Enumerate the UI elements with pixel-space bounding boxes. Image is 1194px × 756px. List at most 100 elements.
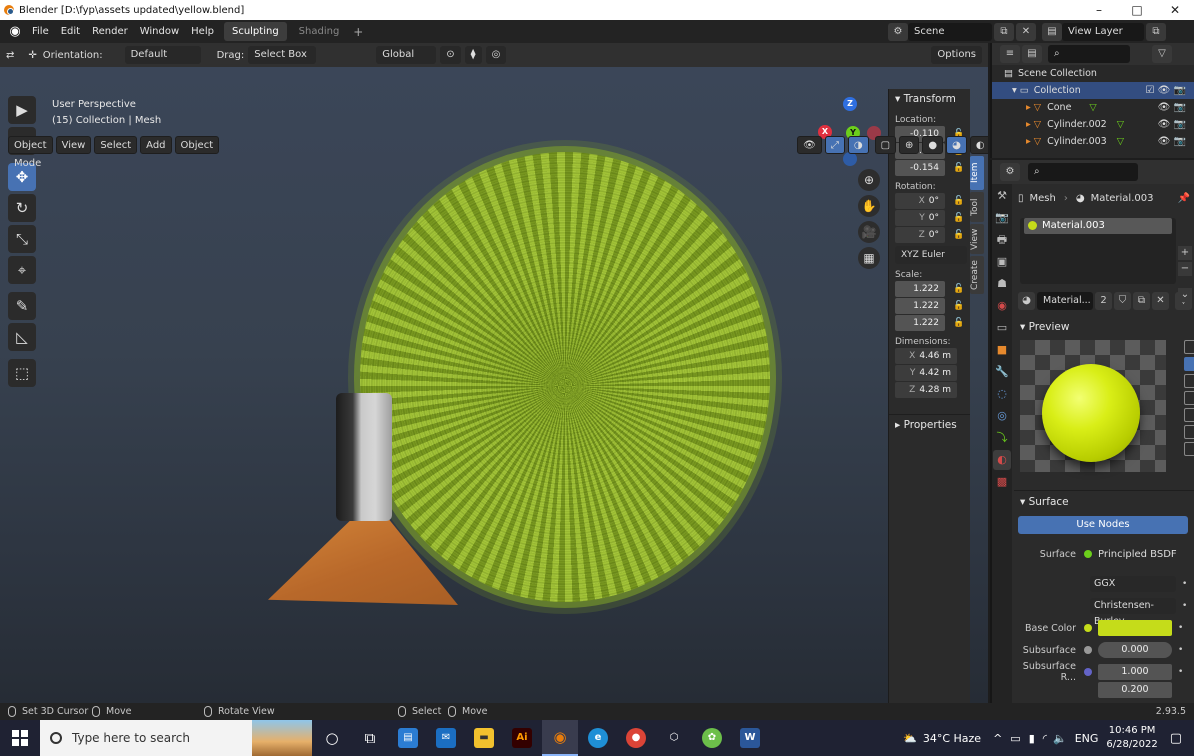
wifi-icon[interactable]: ◜ <box>1043 732 1047 745</box>
fuzzy-green-ball-mesh[interactable] <box>360 152 770 602</box>
solid-shading-icon[interactable]: ● <box>922 136 944 154</box>
camera-view-icon[interactable]: 🎥 <box>858 221 880 243</box>
mode-dropdown[interactable]: Object Mode <box>8 136 53 169</box>
tab-item[interactable]: Item <box>970 156 984 190</box>
scale-x-field[interactable]: 1.222 <box>895 281 945 297</box>
tab-create[interactable]: Create <box>970 256 984 294</box>
language-indicator[interactable]: ENG <box>1075 732 1099 745</box>
rotate-tool-icon[interactable]: ↻ <box>8 194 36 222</box>
zoom-icon[interactable]: ⊕ <box>858 169 880 191</box>
filter-icon[interactable]: ▽ <box>1152 45 1172 63</box>
lock-icon[interactable]: 🔓 <box>951 213 967 223</box>
subsurface-field[interactable]: 0.000 <box>1098 642 1172 658</box>
tab-tool[interactable]: Tool <box>970 192 984 222</box>
scene-icon[interactable]: ⚙ <box>888 22 908 41</box>
lock-icon[interactable]: 🔓 <box>951 284 967 294</box>
output-properties-icon[interactable]: 🖶 <box>993 230 1011 250</box>
menu-render[interactable]: Render <box>86 26 134 37</box>
snap-icon[interactable]: ⧫ <box>464 46 482 64</box>
cylinder-eye-mesh[interactable] <box>336 393 392 521</box>
chrome-icon[interactable]: ● <box>618 720 654 756</box>
clock[interactable]: 10:46 PM 6/28/2022 <box>1106 724 1157 752</box>
pivot-point-icon[interactable]: ⊙ <box>440 46 461 64</box>
taskbar-search-box[interactable]: Type here to search <box>40 720 252 756</box>
preview-cloth-icon[interactable] <box>1184 425 1194 439</box>
measure-tool-icon[interactable]: ◺ <box>8 323 36 351</box>
select-tool-icon[interactable]: ▶ <box>8 96 36 124</box>
menu-file[interactable]: File <box>26 26 55 37</box>
copy-view-layer-icon[interactable]: ⧉ <box>1146 22 1166 41</box>
orientation-dropdown[interactable]: Default <box>124 46 201 64</box>
cortana-icon[interactable]: ○ <box>314 720 350 756</box>
minimize-button[interactable]: – <box>1080 0 1118 20</box>
blender-taskbar-icon[interactable]: ◉ <box>542 720 578 756</box>
scale-tool-icon[interactable]: ⤡ <box>8 225 36 253</box>
rotation-z-field[interactable]: Z 0° <box>895 227 945 243</box>
3d-viewport[interactable]: Object Mode View Select Add Object 👁 ⤢ ◑… <box>0 67 988 703</box>
battery-icon[interactable]: ▮ <box>1029 732 1035 745</box>
tool-settings-icon[interactable]: ⇄ <box>6 50 14 61</box>
visibility-icons[interactable]: 👁 📷 <box>1158 116 1186 133</box>
maximize-button[interactable]: □ <box>1118 0 1156 20</box>
word-icon[interactable]: W <box>732 720 768 756</box>
subsurface-method-dropdown[interactable]: Christensen-Burley <box>1090 598 1176 627</box>
dimension-y-field[interactable]: Y 4.42 m <box>895 365 957 381</box>
subsurface-radius-y-field[interactable]: 0.200 <box>1098 682 1172 698</box>
preview-shader-ball-icon[interactable] <box>1184 408 1194 422</box>
scale-z-field[interactable]: 1.222 <box>895 315 945 331</box>
preview-section-header[interactable]: ▾ Preview <box>1014 316 1194 338</box>
remove-slot-button[interactable]: − <box>1178 262 1192 276</box>
rotation-y-field[interactable]: Y 0° <box>895 210 945 226</box>
scene-properties-icon[interactable]: ☗ <box>993 274 1011 294</box>
fake-user-icon[interactable]: ⛉ <box>1114 292 1131 310</box>
add-slot-button[interactable]: + <box>1178 246 1192 260</box>
tab-sculpting[interactable]: Sculpting <box>223 22 287 41</box>
location-z-field[interactable]: -0.154 <box>895 160 945 176</box>
add-cube-tool-icon[interactable]: ⬚ <box>8 359 36 387</box>
copy-scene-icon[interactable]: ⧉ <box>994 22 1014 41</box>
edge-icon[interactable]: e <box>580 720 616 756</box>
dimension-z-field[interactable]: Z 4.28 m <box>895 382 957 398</box>
lock-icon[interactable]: 🔓 <box>951 301 967 311</box>
lock-icon[interactable]: 🔓 <box>951 230 967 240</box>
properties-section-header[interactable]: ▸ Properties <box>889 414 970 434</box>
preview-flat-icon[interactable] <box>1184 340 1194 354</box>
ortho-toggle-icon[interactable]: ▦ <box>858 247 880 269</box>
gizmo-z-axis[interactable]: Z <box>843 97 857 111</box>
network-icon[interactable]: ▭ <box>1010 732 1020 745</box>
tab-shading[interactable]: Shading <box>291 22 348 41</box>
material-slot-list[interactable]: Material.003 <box>1020 218 1176 284</box>
preview-fluid-icon[interactable] <box>1184 442 1194 456</box>
tool-properties-icon[interactable]: ⚒ <box>993 186 1011 206</box>
use-nodes-button[interactable]: Use Nodes <box>1018 516 1188 534</box>
menu-select[interactable]: Select <box>94 136 138 154</box>
start-button[interactable] <box>0 720 40 756</box>
file-explorer-icon[interactable]: ▬ <box>466 720 502 756</box>
visibility-icon[interactable]: 👁 <box>797 136 822 154</box>
weather-text[interactable]: 34°C Haze <box>923 732 981 745</box>
visibility-icons[interactable]: ☑ 👁 📷 <box>1146 82 1186 99</box>
unity-icon[interactable]: ⬡ <box>656 720 692 756</box>
dimension-x-field[interactable]: X 4.46 m <box>895 348 957 364</box>
add-workspace-button[interactable]: + <box>347 25 369 39</box>
object-properties-icon[interactable]: ■ <box>993 340 1011 360</box>
tab-view[interactable]: View <box>970 224 984 254</box>
outliner-search-input[interactable]: ⌕ <box>1048 45 1130 63</box>
unlink-material-icon[interactable]: ✕ <box>1152 292 1169 310</box>
drag-dropdown[interactable]: Select Box <box>248 46 317 64</box>
proportional-edit-icon[interactable]: ◎ <box>485 46 507 64</box>
menu-help[interactable]: Help <box>185 26 220 37</box>
surface-section-header[interactable]: ▾ Surface <box>1014 490 1194 512</box>
render-properties-icon[interactable]: 📷 <box>993 208 1011 228</box>
rotation-x-field[interactable]: X 0° <box>895 193 945 209</box>
search-highlight-image[interactable] <box>252 720 312 756</box>
menu-view[interactable]: View <box>55 136 92 154</box>
material-properties-icon[interactable]: ◐ <box>993 450 1011 470</box>
material-shading-icon[interactable]: ◕ <box>946 136 967 154</box>
menu-window[interactable]: Window <box>134 26 185 37</box>
view-layer-properties-icon[interactable]: ▣ <box>993 252 1011 272</box>
distribution-dropdown[interactable]: GGX <box>1090 576 1176 592</box>
texture-properties-icon[interactable]: ▩ <box>993 472 1011 492</box>
user-count-badge[interactable]: 2 <box>1095 292 1112 310</box>
display-mode-icon[interactable]: ▤ <box>1022 45 1042 63</box>
